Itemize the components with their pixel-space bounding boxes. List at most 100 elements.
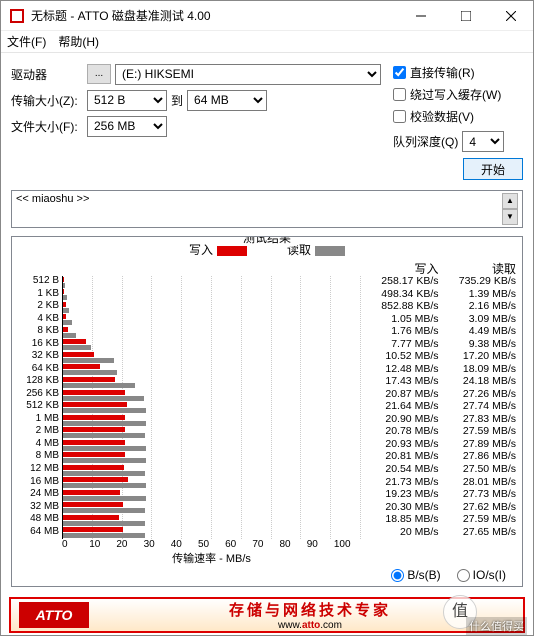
transfer-size-from[interactable]: 512 B — [87, 90, 167, 111]
drive-label: 驱动器 — [11, 66, 83, 83]
x-tick-label: 70 — [252, 539, 279, 550]
write-bar — [63, 289, 64, 294]
app-icon — [9, 8, 25, 24]
x-tick-label: 0 — [62, 539, 89, 550]
bar-pair — [63, 314, 361, 327]
read-bar — [63, 358, 114, 363]
radio-bytes-per-sec[interactable]: B/s(B) — [391, 568, 440, 582]
description-text: << miaoshu >> — [16, 193, 502, 225]
read-value: 2.16 MB/s — [439, 301, 517, 314]
transfer-size-label: 传输大小(Z): — [11, 92, 83, 109]
bar-pair — [63, 489, 361, 502]
bar-pair — [63, 376, 361, 389]
x-tick-label: 100 — [334, 539, 361, 550]
description-spinner[interactable]: ▲▼ — [502, 193, 518, 225]
y-tick-label: 12 MB — [18, 464, 59, 477]
bypass-cache-checkbox[interactable]: 绕过写入缓存(W) — [393, 83, 523, 105]
legend-write-swatch — [217, 246, 247, 256]
transfer-size-to[interactable]: 64 MB — [187, 90, 267, 111]
read-bar — [63, 283, 65, 288]
to-label: 到 — [171, 92, 183, 109]
menu-file[interactable]: 文件(F) — [7, 33, 46, 50]
queue-depth-select[interactable]: 4 — [462, 131, 504, 152]
write-bar — [63, 314, 66, 319]
minimize-button[interactable] — [398, 1, 443, 31]
write-bar — [63, 302, 66, 307]
verify-data-checkbox[interactable]: 校验数据(V) — [393, 105, 523, 127]
bar-pair — [63, 351, 361, 364]
y-tick-label: 2 KB — [18, 301, 59, 314]
write-bar — [63, 427, 125, 432]
start-button[interactable]: 开始 — [463, 158, 523, 180]
bar-pair — [63, 414, 361, 427]
write-value: 258.17 KB/s — [361, 276, 439, 289]
bar-pair — [63, 364, 361, 377]
close-button[interactable] — [488, 1, 533, 31]
write-bar — [63, 364, 100, 369]
read-value: 24.18 MB/s — [439, 376, 517, 389]
col-header-read: 读取 — [439, 260, 517, 276]
write-bar — [63, 277, 64, 282]
read-bar — [63, 496, 146, 501]
bar-pair — [63, 301, 361, 314]
y-tick-label: 512 B — [18, 276, 59, 289]
bar-pair — [63, 289, 361, 302]
file-size-select[interactable]: 256 MB — [87, 116, 167, 137]
bar-pair — [63, 326, 361, 339]
browse-button[interactable]: ... — [87, 64, 111, 84]
write-bar — [63, 465, 124, 470]
y-tick-label: 32 KB — [18, 351, 59, 364]
write-bar — [63, 490, 120, 495]
bar-pair — [63, 426, 361, 439]
drive-select[interactable]: (E:) HIKSEMI — [115, 64, 381, 85]
file-size-label: 文件大小(F): — [11, 118, 83, 135]
legend-read-swatch — [315, 246, 345, 256]
menu-help[interactable]: 帮助(H) — [58, 33, 99, 50]
read-bar — [63, 396, 144, 401]
bar-pair — [63, 502, 361, 515]
radio-io-per-sec[interactable]: IO/s(I) — [457, 568, 506, 582]
read-value: 17.20 MB/s — [439, 351, 517, 364]
bar-pair — [63, 477, 361, 490]
y-tick-label: 64 MB — [18, 527, 59, 539]
y-tick-label: 48 MB — [18, 514, 59, 527]
bar-pair — [63, 389, 361, 402]
footer-banner: ATTO 存储与网络技术专家 www.atto.com 值 什么值得买 — [9, 597, 525, 633]
x-tick-label: 10 — [89, 539, 116, 550]
y-tick-label: 8 KB — [18, 326, 59, 339]
write-value: 1.76 MB/s — [361, 326, 439, 339]
chart-y-labels: 512 B1 KB2 KB4 KB8 KB16 KB32 KB64 KB128 … — [18, 276, 62, 539]
read-bar — [63, 421, 146, 426]
bar-pair — [63, 276, 361, 289]
results-title: 测试结果 — [237, 236, 297, 246]
y-tick-label: 24 MB — [18, 489, 59, 502]
bar-pair — [63, 527, 361, 539]
atto-logo: ATTO — [19, 602, 89, 628]
read-value: 27.65 MB/s — [439, 527, 517, 539]
write-bar — [63, 402, 127, 407]
read-value: 27.59 MB/s — [439, 514, 517, 527]
window-title: 无标题 - ATTO 磁盘基准测试 4.00 — [31, 7, 398, 24]
y-tick-label: 512 KB — [18, 401, 59, 414]
read-bar — [63, 471, 145, 476]
chart-x-axis: 0102030405060708090100 — [62, 539, 361, 550]
x-tick-label: 90 — [307, 539, 334, 550]
write-value: 19.23 MB/s — [361, 489, 439, 502]
write-value: 18.85 MB/s — [361, 514, 439, 527]
write-bar — [63, 440, 125, 445]
description-box[interactable]: << miaoshu >> ▲▼ — [11, 190, 523, 228]
read-bar — [63, 408, 146, 413]
titlebar: 无标题 - ATTO 磁盘基准测试 4.00 — [1, 1, 533, 31]
x-tick-label: 50 — [198, 539, 225, 550]
x-tick-label: 80 — [280, 539, 307, 550]
content-area: 驱动器 ... (E:) HIKSEMI 传输大小(Z): 512 B 到 64… — [1, 53, 533, 595]
bar-pair — [63, 514, 361, 527]
write-bar — [63, 377, 115, 382]
read-bar — [63, 483, 146, 488]
chart-x-label: 传输速率 - MB/s — [62, 550, 361, 566]
x-tick-label: 30 — [144, 539, 171, 550]
maximize-button[interactable] — [443, 1, 488, 31]
direct-io-checkbox[interactable]: 直接传输(R) — [393, 61, 523, 83]
write-values-column: 258.17 KB/s498.34 KB/s852.88 KB/s1.05 MB… — [361, 276, 439, 539]
write-bar — [63, 515, 119, 520]
